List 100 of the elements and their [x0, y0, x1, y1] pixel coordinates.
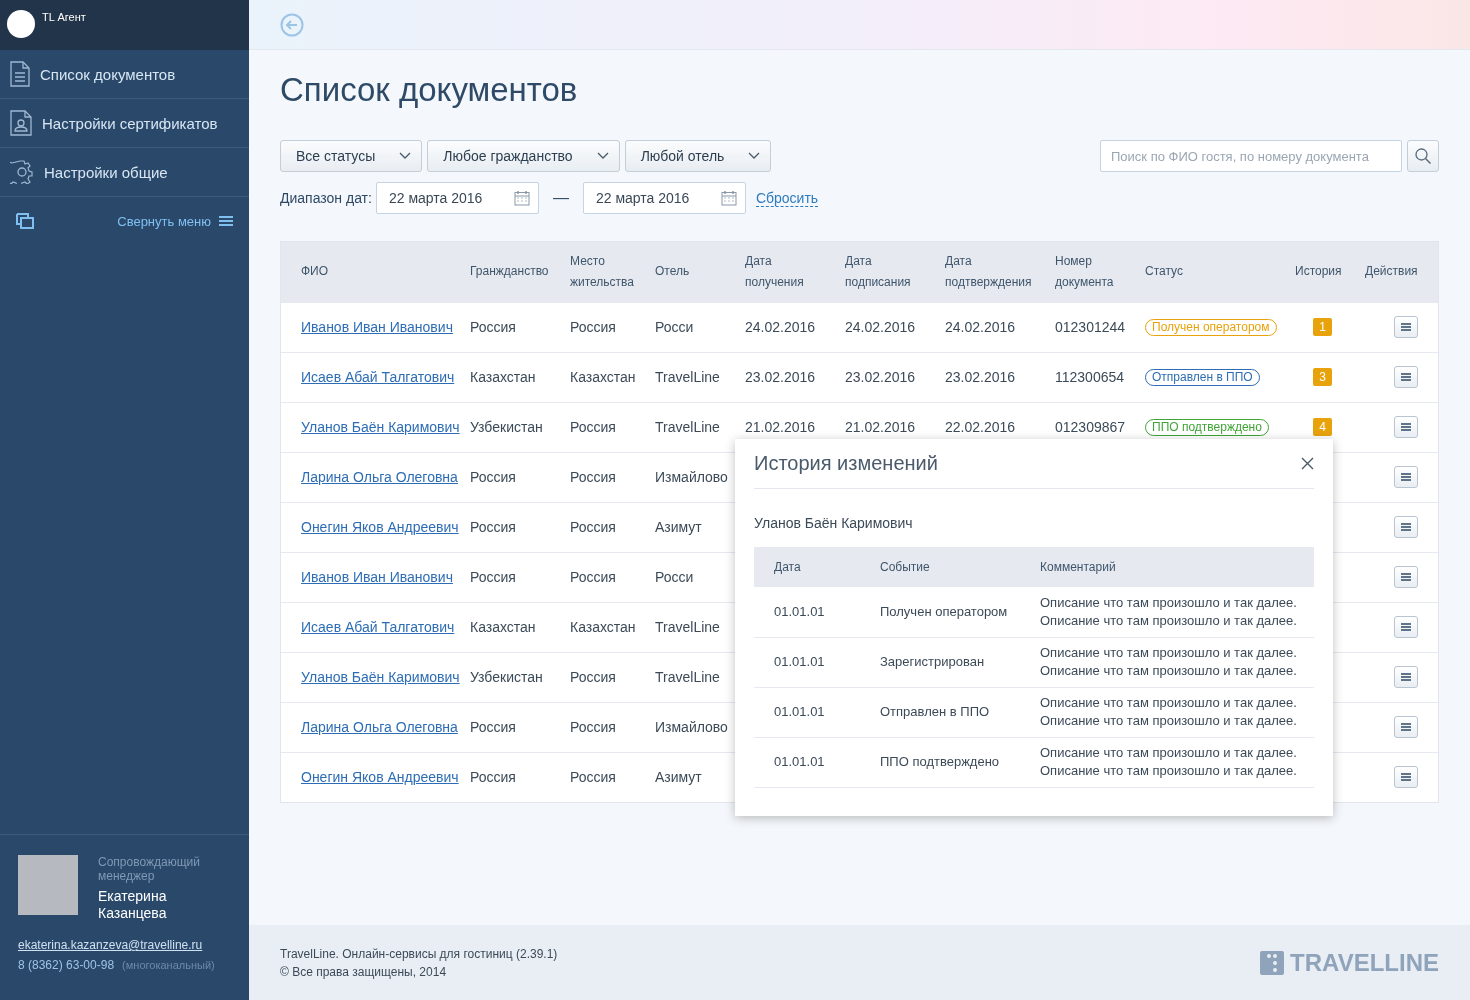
column-header: История [1295, 263, 1342, 281]
manager-role: Сопровождающий менеджер [98, 855, 201, 883]
table-cell: Узбекистан [470, 419, 543, 435]
table-cell: TravelLine [655, 419, 720, 435]
close-button[interactable] [1301, 457, 1314, 470]
column-header: Действия [1365, 263, 1418, 281]
table-cell: Россия [470, 319, 516, 335]
actions-menu-button[interactable] [1394, 666, 1418, 688]
column-header: ФИО [301, 263, 329, 281]
table-cell: Измайлово [655, 719, 728, 735]
reset-link[interactable]: Сбросить [755, 189, 819, 207]
column-header: Статус [1145, 263, 1183, 281]
menu-icon [1401, 373, 1411, 381]
column-header: Номер документа [1055, 252, 1114, 291]
sidebar-item[interactable]: Список документов [0, 50, 249, 99]
actions-menu-button[interactable] [1394, 316, 1418, 338]
table-cell: Россия [570, 519, 616, 535]
guest-name-link[interactable]: Ларина Ольга Олеговна [301, 719, 458, 735]
table-cell: Описание что там произошло и так далее. Описание что там произошло и так далее. [1040, 695, 1297, 728]
guest-name-link[interactable]: Ларина Ольга Олеговна [301, 469, 458, 485]
table-cell: TravelLine [655, 669, 720, 685]
photo-placeholder [18, 855, 78, 915]
chevron-down-icon [596, 152, 609, 160]
guest-name: Уланов Баён Каримович [754, 515, 914, 531]
collapse-menu-link[interactable]: Свернуть меню [117, 213, 211, 229]
phone-note: (многоканальный) [122, 959, 215, 971]
menu-icon [1401, 423, 1411, 431]
table-cell: Узбекистан [470, 669, 543, 685]
footer-text: TravelLine. Онлайн-сервисы для гостиниц (2.39.1) [280, 945, 558, 963]
menu-icon [1401, 473, 1411, 481]
table-cell: 012301244 [1055, 319, 1126, 335]
table-cell: Зарегистрирован [880, 654, 985, 669]
logo-text: TRAVELLINE [1290, 948, 1439, 977]
table-cell: 01.01.01 [774, 704, 825, 719]
sidebar-item[interactable]: Настройки сертификатов [0, 99, 249, 148]
app-title: TL Агент [42, 11, 86, 23]
table-cell: Россия [570, 719, 616, 735]
actions-menu-button[interactable] [1394, 716, 1418, 738]
menu-icon [1401, 323, 1411, 331]
actions-menu-button[interactable] [1394, 616, 1418, 638]
guest-name-link[interactable]: Онегин Яков Андреевич [301, 769, 459, 786]
actions-menu-button[interactable] [1394, 466, 1418, 488]
table-cell: 23.02.2016 [945, 369, 1016, 385]
email-link[interactable]: ekaterina.kazanzeva@travelline.ru [18, 938, 203, 952]
manager-name: Екатерина Казанцева [98, 888, 168, 922]
windows-icon [16, 213, 34, 229]
column-header: Комментарий [1040, 558, 1116, 576]
menu-icon [1401, 773, 1411, 782]
actions-menu-button[interactable] [1394, 516, 1418, 538]
popup-title: История изменений [754, 452, 938, 475]
avatar-circle [7, 10, 35, 38]
guest-name-link[interactable]: Исаев Абай Талгатович [301, 619, 455, 635]
menu-icon [1401, 723, 1411, 731]
actions-menu-button[interactable] [1394, 416, 1418, 438]
guest-name-link[interactable]: Онегин Яков Андреевич [301, 519, 459, 535]
footer-text: © Все права защищены, 2014 [280, 963, 448, 981]
search-field[interactable]: Поиск по ФИО гостя, по номеру документа [1100, 140, 1402, 172]
date-field[interactable]: 22 марта 2016 [375, 182, 539, 214]
table-cell: Описание что там произошло и так далее. Описание что там произошло и так далее. [1040, 594, 1297, 628]
guest-name-link[interactable]: Уланов Баён Каримович [301, 419, 460, 435]
table-cell: 24.02.2016 [745, 319, 816, 335]
actions-menu-button[interactable] [1394, 366, 1418, 388]
date-range-label: Диапазон дат: [280, 190, 372, 206]
table-cell: 112300654 [1055, 369, 1125, 385]
actions-menu-button[interactable] [1394, 766, 1418, 789]
phone-number: 8 (8362) 63-00-98 [18, 958, 115, 972]
chevron-down-icon [399, 152, 412, 160]
table-cell: Азимут [655, 519, 702, 535]
date-field[interactable]: 22 марта 2016 [582, 182, 746, 214]
table-cell: 23.02.2016 [745, 369, 816, 385]
guest-name-link[interactable]: Иванов Иван Иванович [301, 319, 453, 335]
table-cell: Россия [570, 769, 616, 786]
sidebar-item[interactable]: Настройки общие [0, 148, 249, 197]
table-cell: TravelLine [655, 369, 720, 385]
close-icon [1301, 457, 1314, 470]
guest-name-link[interactable]: Уланов Баён Каримович [301, 669, 460, 685]
column-header: Событие [880, 558, 930, 576]
date-separator: — [552, 189, 569, 207]
search-icon [1415, 148, 1431, 164]
column-header: Дата подписания [845, 252, 911, 291]
table-cell: Россия [570, 669, 616, 685]
guest-name-link[interactable]: Исаев Абай Талгатович [301, 369, 455, 385]
table-cell: Получен оператором [880, 603, 1008, 619]
table-cell: Россия [470, 719, 516, 735]
filter-dropdown[interactable]: Любой отель [624, 140, 772, 172]
table-cell: Россия [570, 319, 616, 335]
guest-name-link[interactable]: Иванов Иван Иванович [301, 569, 453, 585]
actions-menu-button[interactable] [1394, 566, 1418, 588]
search-button[interactable] [1407, 140, 1439, 172]
table-cell: TravelLine [655, 619, 720, 635]
column-header: Место жительства [570, 252, 635, 291]
menu-icon [1401, 673, 1411, 681]
menu-icon [1401, 523, 1411, 531]
filter-dropdown[interactable]: Все статусы [280, 140, 423, 172]
menu-icon [1401, 623, 1411, 631]
table-cell: Измайлово [655, 469, 728, 485]
table-cell: 21.02.2016 [845, 419, 916, 435]
menu-icon [219, 215, 233, 227]
filter-dropdown[interactable]: Любое гражданство [427, 140, 620, 172]
table-cell: 22.02.2016 [945, 419, 1016, 435]
